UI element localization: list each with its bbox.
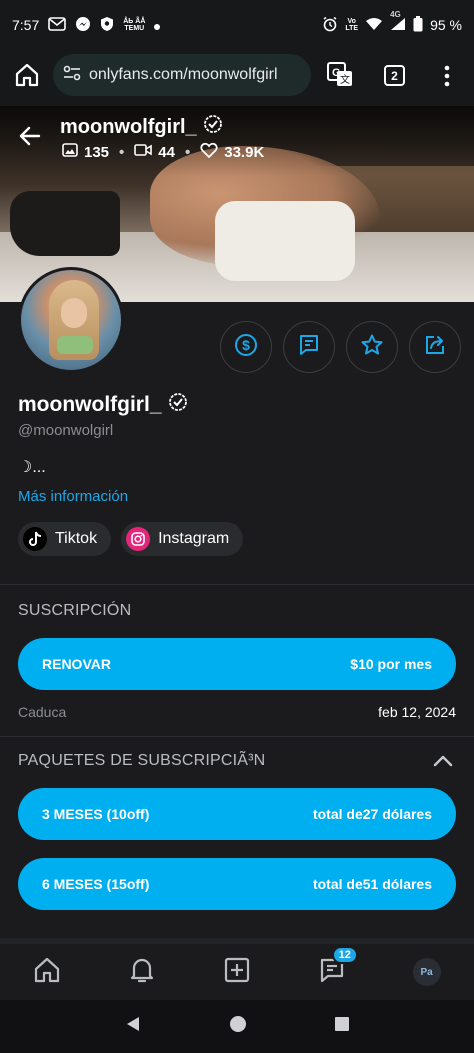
video-icon: [134, 143, 153, 161]
bundle-label: 6 MESES (15off): [42, 876, 150, 892]
site-settings-icon[interactable]: [63, 65, 81, 86]
back-icon[interactable]: [124, 1015, 142, 1038]
battery-icon: [413, 15, 423, 35]
tab-switcher-button[interactable]: 2: [384, 65, 405, 86]
home-icon[interactable]: [14, 62, 40, 93]
renew-label: RENOVAR: [42, 656, 111, 672]
url-bar[interactable]: onlyfans.com/moonwolfgirl: [53, 54, 311, 96]
system-nav-bar: [0, 1000, 474, 1053]
url-text: onlyfans.com/moonwolfgirl: [89, 66, 278, 83]
likes-count: 33.9K: [224, 143, 265, 161]
cover-header: moonwolfgirl_ 135 • 44 • 33.9K: [0, 106, 474, 166]
svg-text:$: $: [242, 337, 250, 353]
browser-toolbar: onlyfans.com/moonwolfgirl G文 2: [0, 50, 474, 106]
section-divider: [0, 584, 474, 585]
signal-icon: 4G: [390, 10, 406, 34]
home-circle-icon[interactable]: [229, 1015, 247, 1038]
avatar-initials: Pa: [412, 958, 441, 986]
cover-username: moonwolfgirl_: [60, 114, 223, 140]
recents-icon[interactable]: [334, 1016, 350, 1037]
nav-notifications[interactable]: [122, 952, 162, 992]
instagram-icon: [126, 527, 151, 551]
profile-name: moonwolfgirl_: [18, 392, 188, 418]
bundle-price: total de51 dólares: [312, 876, 432, 892]
social-link-tiktok[interactable]: Tiktok: [18, 522, 112, 556]
social-link-instagram[interactable]: Instagram: [121, 522, 244, 556]
subscription-title: SUSCRIPCIÓN: [18, 602, 132, 619]
star-icon: [360, 333, 384, 362]
temu-icon: ÅЬ ÃÅ TEMU: [123, 18, 146, 32]
videos-count: 44: [158, 143, 175, 161]
chevron-up-icon[interactable]: [432, 752, 454, 770]
verified-icon: [168, 392, 188, 418]
back-arrow-icon[interactable]: [18, 124, 44, 150]
bottom-nav: 12 Pa: [0, 938, 474, 1000]
bell-icon: [127, 955, 157, 990]
photos-count: 135: [84, 143, 110, 161]
status-time: 7:57: [12, 17, 40, 33]
more-vert-icon[interactable]: [444, 65, 450, 92]
renew-price: $10 por mes: [350, 656, 432, 672]
favorite-button[interactable]: [346, 321, 398, 373]
profile-actions: $: [220, 321, 461, 373]
nav-profile[interactable]: Pa: [407, 952, 447, 992]
heart-icon: [200, 142, 218, 162]
alarm-icon: [322, 16, 338, 35]
nav-messages[interactable]: 12: [312, 946, 358, 992]
bundle-button-6-months[interactable]: 6 MESES (15off) total de51 dólares: [18, 858, 456, 910]
wifi-icon: [365, 17, 383, 34]
expiry-row: Caduca feb 12, 2024: [18, 704, 456, 720]
dollar-icon: $: [234, 333, 258, 362]
expiry-label: Caduca: [18, 704, 67, 720]
share-button[interactable]: [409, 321, 461, 373]
image-icon: [62, 142, 78, 162]
gmail-icon: [48, 16, 67, 34]
shield-icon: [100, 16, 114, 35]
renew-button[interactable]: RENOVAR $10 por mes: [18, 638, 456, 690]
message-button[interactable]: [283, 321, 335, 373]
avatar[interactable]: [18, 267, 124, 373]
more-info-link[interactable]: Más información: [18, 488, 128, 505]
translate-icon[interactable]: G文: [326, 61, 354, 94]
chat-icon: [297, 333, 321, 362]
svg-text:文: 文: [340, 73, 350, 86]
status-bar: 7:57 ÅЬ ÃÅ TEMU Vo LTE 4G 95 %: [0, 0, 474, 50]
nav-add-post[interactable]: [217, 952, 257, 992]
cover-stats: 135 • 44 • 33.9K: [62, 142, 264, 162]
tip-button[interactable]: $: [220, 321, 272, 373]
section-divider: [0, 736, 474, 737]
bundle-price: total de27 dólares: [312, 806, 432, 822]
profile-bio: ☽...: [18, 459, 46, 476]
messenger-icon: [75, 16, 91, 35]
notification-dot-icon: [154, 17, 161, 33]
profile-handle: @moonwolgirl: [18, 422, 114, 439]
messages-badge: 12: [331, 946, 358, 964]
verified-icon: [203, 114, 223, 140]
add-icon: [223, 956, 251, 989]
social-links: Tiktok Instagram: [18, 522, 244, 556]
bundle-button-3-months[interactable]: 3 MESES (10off) total de27 dólares: [18, 788, 456, 840]
expiry-date: feb 12, 2024: [378, 704, 456, 720]
bundles-title: PAQUETES DE SUBSCRIPCIÃ³N: [18, 752, 266, 769]
battery-percent: 95 %: [430, 17, 462, 33]
home-icon: [32, 955, 62, 990]
tiktok-icon: [23, 527, 47, 551]
volte-icon: Vo LTE: [345, 18, 359, 32]
nav-home[interactable]: [27, 952, 67, 992]
bundle-label: 3 MESES (10off): [42, 806, 150, 822]
share-icon: [423, 333, 447, 362]
